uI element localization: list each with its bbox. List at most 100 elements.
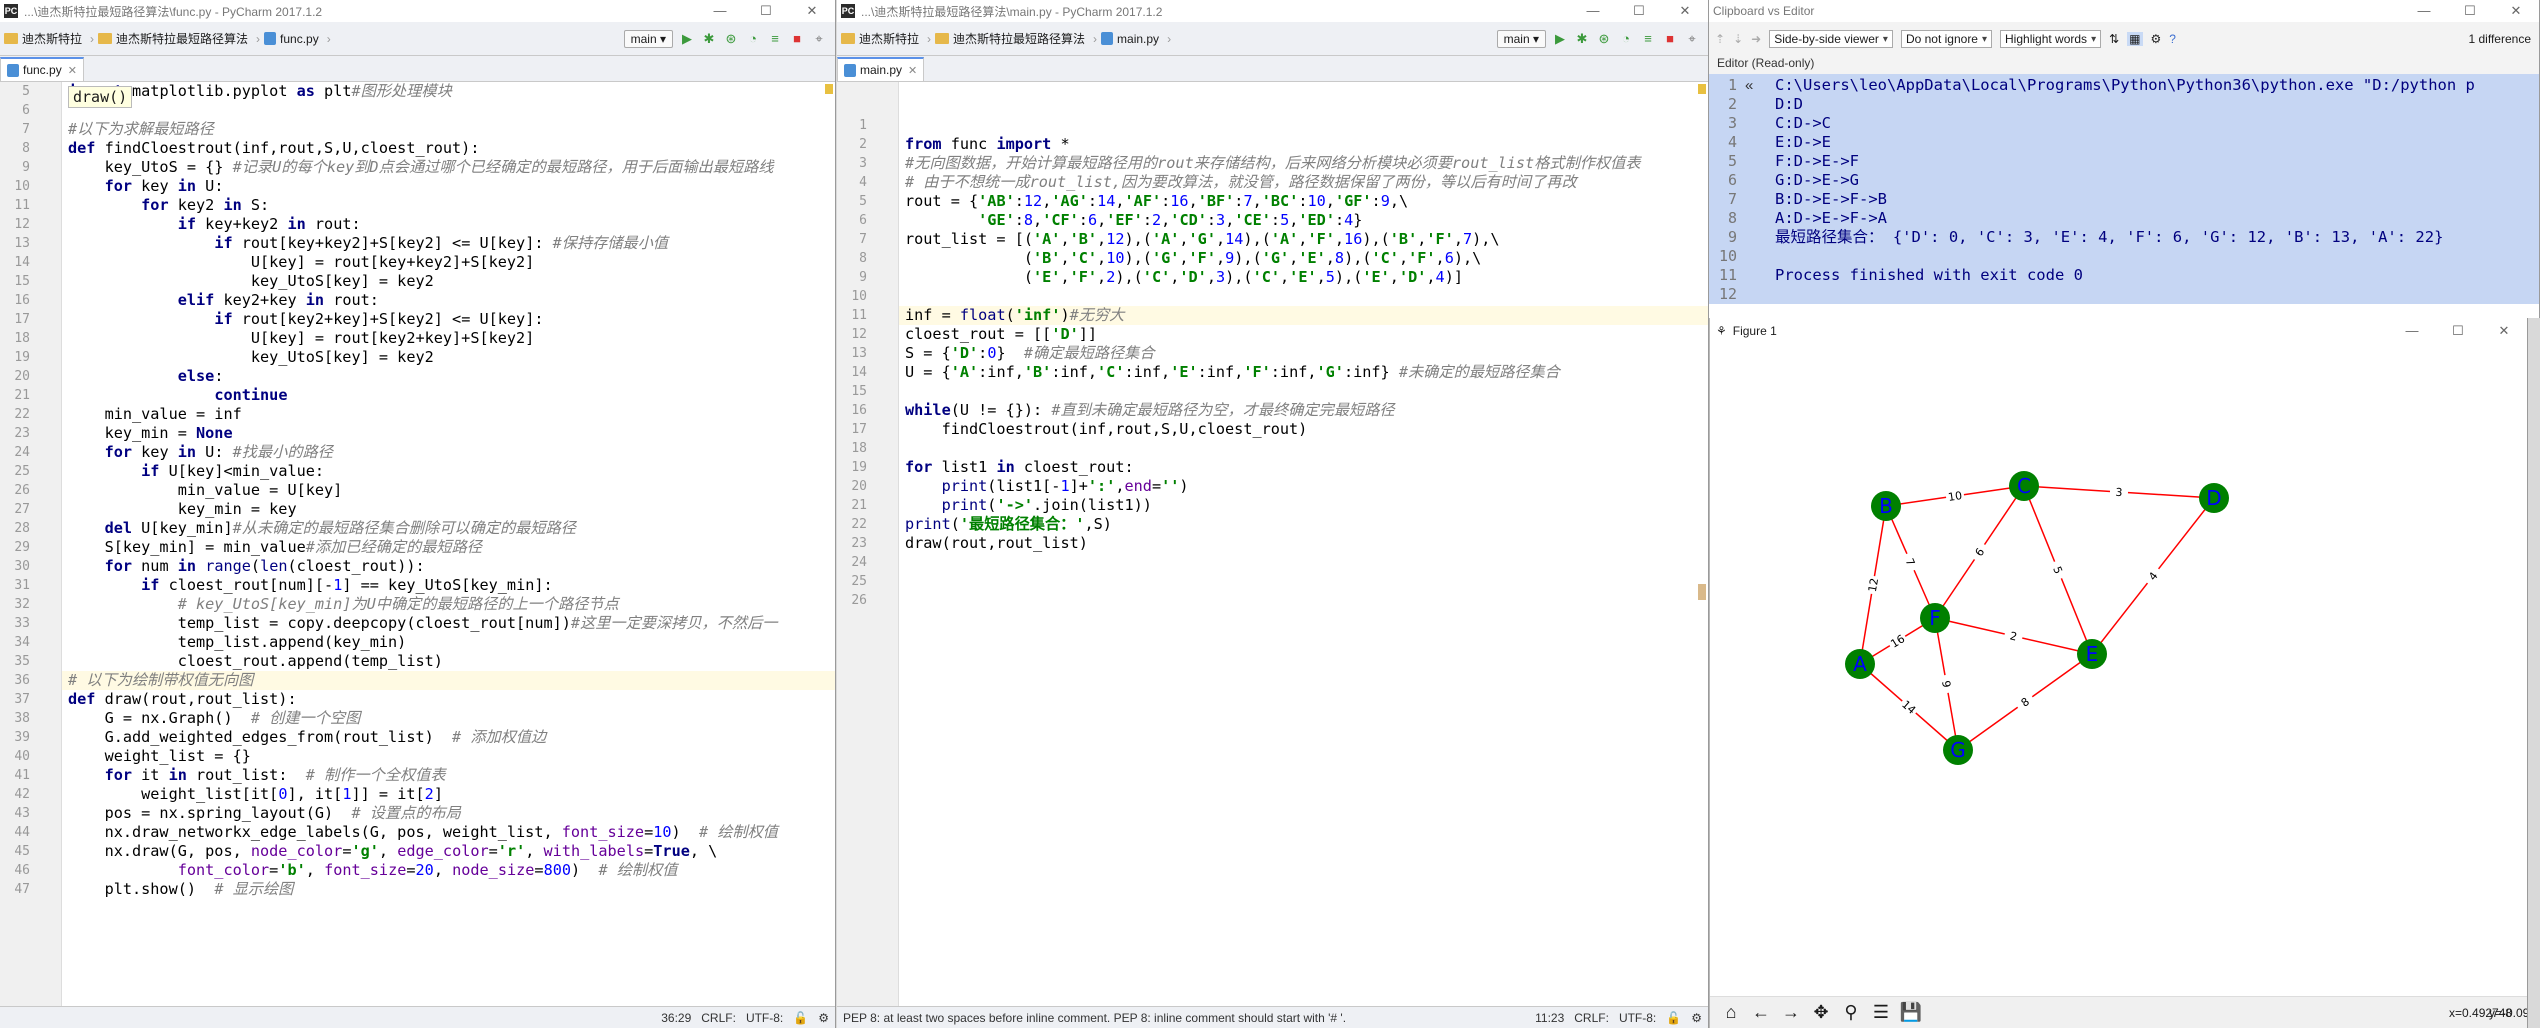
- code-line[interactable]: #以下为求解最短路径: [68, 120, 214, 139]
- code-line[interactable]: if cloest_rout[num][-1] == key_UtoS[key_…: [68, 576, 553, 595]
- save-icon[interactable]: 💾: [1898, 1002, 1924, 1023]
- minimize-icon[interactable]: —: [2401, 3, 2447, 19]
- breadcrumb-file[interactable]: func.py: [264, 32, 319, 46]
- code-line[interactable]: if U[key]<min_value:: [68, 462, 324, 481]
- line-number[interactable]: 25: [0, 462, 30, 481]
- code-line[interactable]: findCloestrout(inf,rout,S,U,cloest_rout): [905, 420, 1308, 439]
- output-line[interactable]: C:\Users\leo\AppData\Local\Programs\Pyth…: [1775, 76, 2475, 95]
- code-line[interactable]: inf = float('inf')#无穷大: [905, 306, 1124, 325]
- code-line[interactable]: print(list1[-1]+':',end=''): [905, 477, 1189, 496]
- output-line[interactable]: A:D->E->F->A: [1775, 209, 1887, 228]
- help-icon[interactable]: ?: [2169, 32, 2176, 46]
- code-line[interactable]: key_min = None: [68, 424, 233, 443]
- close-icon[interactable]: ✕: [789, 3, 835, 19]
- code-line[interactable]: key_min = key: [68, 500, 297, 519]
- node-E[interactable]: E: [2077, 639, 2107, 669]
- coverage-icon[interactable]: ⊛: [1596, 31, 1612, 47]
- line-number[interactable]: 38: [0, 709, 30, 728]
- viewer-select[interactable]: Side-by-side viewer: [1769, 30, 1893, 48]
- output-line[interactable]: D:D: [1775, 95, 1803, 114]
- vcs-icon[interactable]: ⌖: [811, 31, 827, 47]
- code-line[interactable]: S[key_min] = min_value#添加已经确定的最短路径: [68, 538, 482, 557]
- line-number[interactable]: 2: [837, 135, 867, 154]
- node-C[interactable]: C: [2009, 471, 2039, 501]
- code-line[interactable]: key_UtoS[key] = key2: [68, 272, 434, 291]
- stop-icon[interactable]: ■: [1662, 31, 1678, 47]
- code-line[interactable]: ('E','F',2),('C','D',3),('C','E',5),('E'…: [905, 268, 1463, 287]
- code-line[interactable]: print('->'.join(list1)): [905, 496, 1152, 515]
- line-number[interactable]: 8: [837, 249, 867, 268]
- next-difference-icon[interactable]: ⇣: [1733, 32, 1743, 46]
- breadcrumb-file[interactable]: main.py: [1101, 32, 1159, 46]
- profile-icon[interactable]: ◔: [1618, 31, 1634, 47]
- line-number[interactable]: 28: [0, 519, 30, 538]
- minimize-icon[interactable]: —: [2389, 323, 2435, 339]
- warning-marker[interactable]: [1698, 84, 1706, 94]
- maximize-icon[interactable]: ☐: [2447, 3, 2493, 19]
- line-number[interactable]: 32: [0, 595, 30, 614]
- line-number[interactable]: 26: [837, 591, 867, 610]
- line-number[interactable]: 24: [0, 443, 30, 462]
- node-A[interactable]: A: [1845, 649, 1875, 679]
- code-line[interactable]: continue: [68, 386, 287, 405]
- code-line[interactable]: U = {'A':inf,'B':inf,'C':inf,'E':inf,'F'…: [905, 363, 1560, 382]
- network-graph[interactable]: 121416710986235 4BC DFA EG: [1710, 344, 2528, 996]
- code-line[interactable]: for key in U:: [68, 177, 224, 196]
- line-number[interactable]: 7: [837, 230, 867, 249]
- run-config-select[interactable]: main ▾: [623, 29, 673, 48]
- line-number[interactable]: 21: [0, 386, 30, 405]
- line-number[interactable]: 47: [0, 880, 30, 899]
- caret-position[interactable]: 36:29: [661, 1011, 691, 1025]
- configure-icon[interactable]: ☰: [1868, 1002, 1894, 1023]
- line-number[interactable]: 10: [837, 287, 867, 306]
- concurrency-icon[interactable]: ≡: [767, 31, 783, 47]
- code-line[interactable]: def findCloestrout(inf,rout,S,U,cloest_r…: [68, 139, 479, 158]
- output-line[interactable]: E:D->E: [1775, 133, 1831, 152]
- line-number[interactable]: 9: [837, 268, 867, 287]
- line-number[interactable]: 30: [0, 557, 30, 576]
- code-line[interactable]: # 以下为绘制带权值无向图: [68, 671, 253, 690]
- line-number[interactable]: 39: [0, 728, 30, 747]
- line-number[interactable]: 35: [0, 652, 30, 671]
- code-line[interactable]: plt.show() # 显示绘图: [68, 880, 294, 899]
- line-number[interactable]: 7: [0, 120, 30, 139]
- code-line[interactable]: font_color='b', font_size=20, node_size=…: [68, 861, 678, 880]
- tab-main-py[interactable]: main.py ✕: [837, 57, 925, 81]
- node-B[interactable]: B: [1871, 491, 1901, 521]
- code-line[interactable]: nx.draw(G, pos, node_color='g', edge_col…: [68, 842, 718, 861]
- maximize-icon[interactable]: ☐: [1616, 3, 1662, 19]
- line-number[interactable]: 6: [837, 211, 867, 230]
- caret-position[interactable]: 11:23: [1535, 1011, 1564, 1025]
- code-line[interactable]: S = {'D':0} #确定最短路径集合: [905, 344, 1155, 363]
- line-number[interactable]: 15: [837, 382, 867, 401]
- concurrency-icon[interactable]: ≡: [1640, 31, 1656, 47]
- code-line[interactable]: 'GE':8,'CF':6,'EF':2,'CD':3,'CE':5,'ED':…: [905, 211, 1362, 230]
- profile-icon[interactable]: ◔: [745, 31, 761, 47]
- code-line[interactable]: #无向图数据，开始计算最短路径用的rout来存储结构，后来网络分析模块必须要ro…: [905, 154, 1641, 173]
- code-line[interactable]: for key2 in S:: [68, 196, 269, 215]
- output-line[interactable]: 最短路径集合： {'D': 0, 'C': 3, 'E': 4, 'F': 6,…: [1775, 228, 2443, 247]
- line-number[interactable]: 31: [0, 576, 30, 595]
- line-number[interactable]: 16: [837, 401, 867, 420]
- lock-icon[interactable]: 🔓: [793, 1011, 808, 1025]
- line-number[interactable]: 17: [837, 420, 867, 439]
- line-number[interactable]: 11: [837, 306, 867, 325]
- code-line[interactable]: weight_list = {}: [68, 747, 251, 766]
- breadcrumb-project[interactable]: 迪杰斯特拉: [4, 30, 82, 47]
- diff-content[interactable]: 1 « C:\Users\leo\AppData\Local\Programs\Py…: [1709, 74, 2539, 318]
- maximize-icon[interactable]: ☐: [2435, 323, 2481, 339]
- line-separator[interactable]: CRLF:: [701, 1011, 736, 1025]
- line-number[interactable]: 18: [837, 439, 867, 458]
- line-number[interactable]: 10: [0, 177, 30, 196]
- code-line[interactable]: for num in range(len(cloest_rout)):: [68, 557, 425, 576]
- line-number[interactable]: 6: [0, 101, 30, 120]
- forward-icon[interactable]: →: [1778, 1002, 1804, 1023]
- output-line[interactable]: B:D->E->F->B: [1775, 190, 1887, 209]
- highlight-select[interactable]: Highlight words: [2000, 30, 2102, 48]
- collapse-icon[interactable]: ⇅: [2109, 32, 2119, 46]
- close-icon[interactable]: ✕: [2481, 323, 2527, 339]
- debug-icon[interactable]: ✱: [701, 31, 717, 47]
- line-number[interactable]: 44: [0, 823, 30, 842]
- git-icon[interactable]: ⚙: [818, 1011, 829, 1025]
- code-line[interactable]: U[key] = rout[key2+key]+S[key2]: [68, 329, 534, 348]
